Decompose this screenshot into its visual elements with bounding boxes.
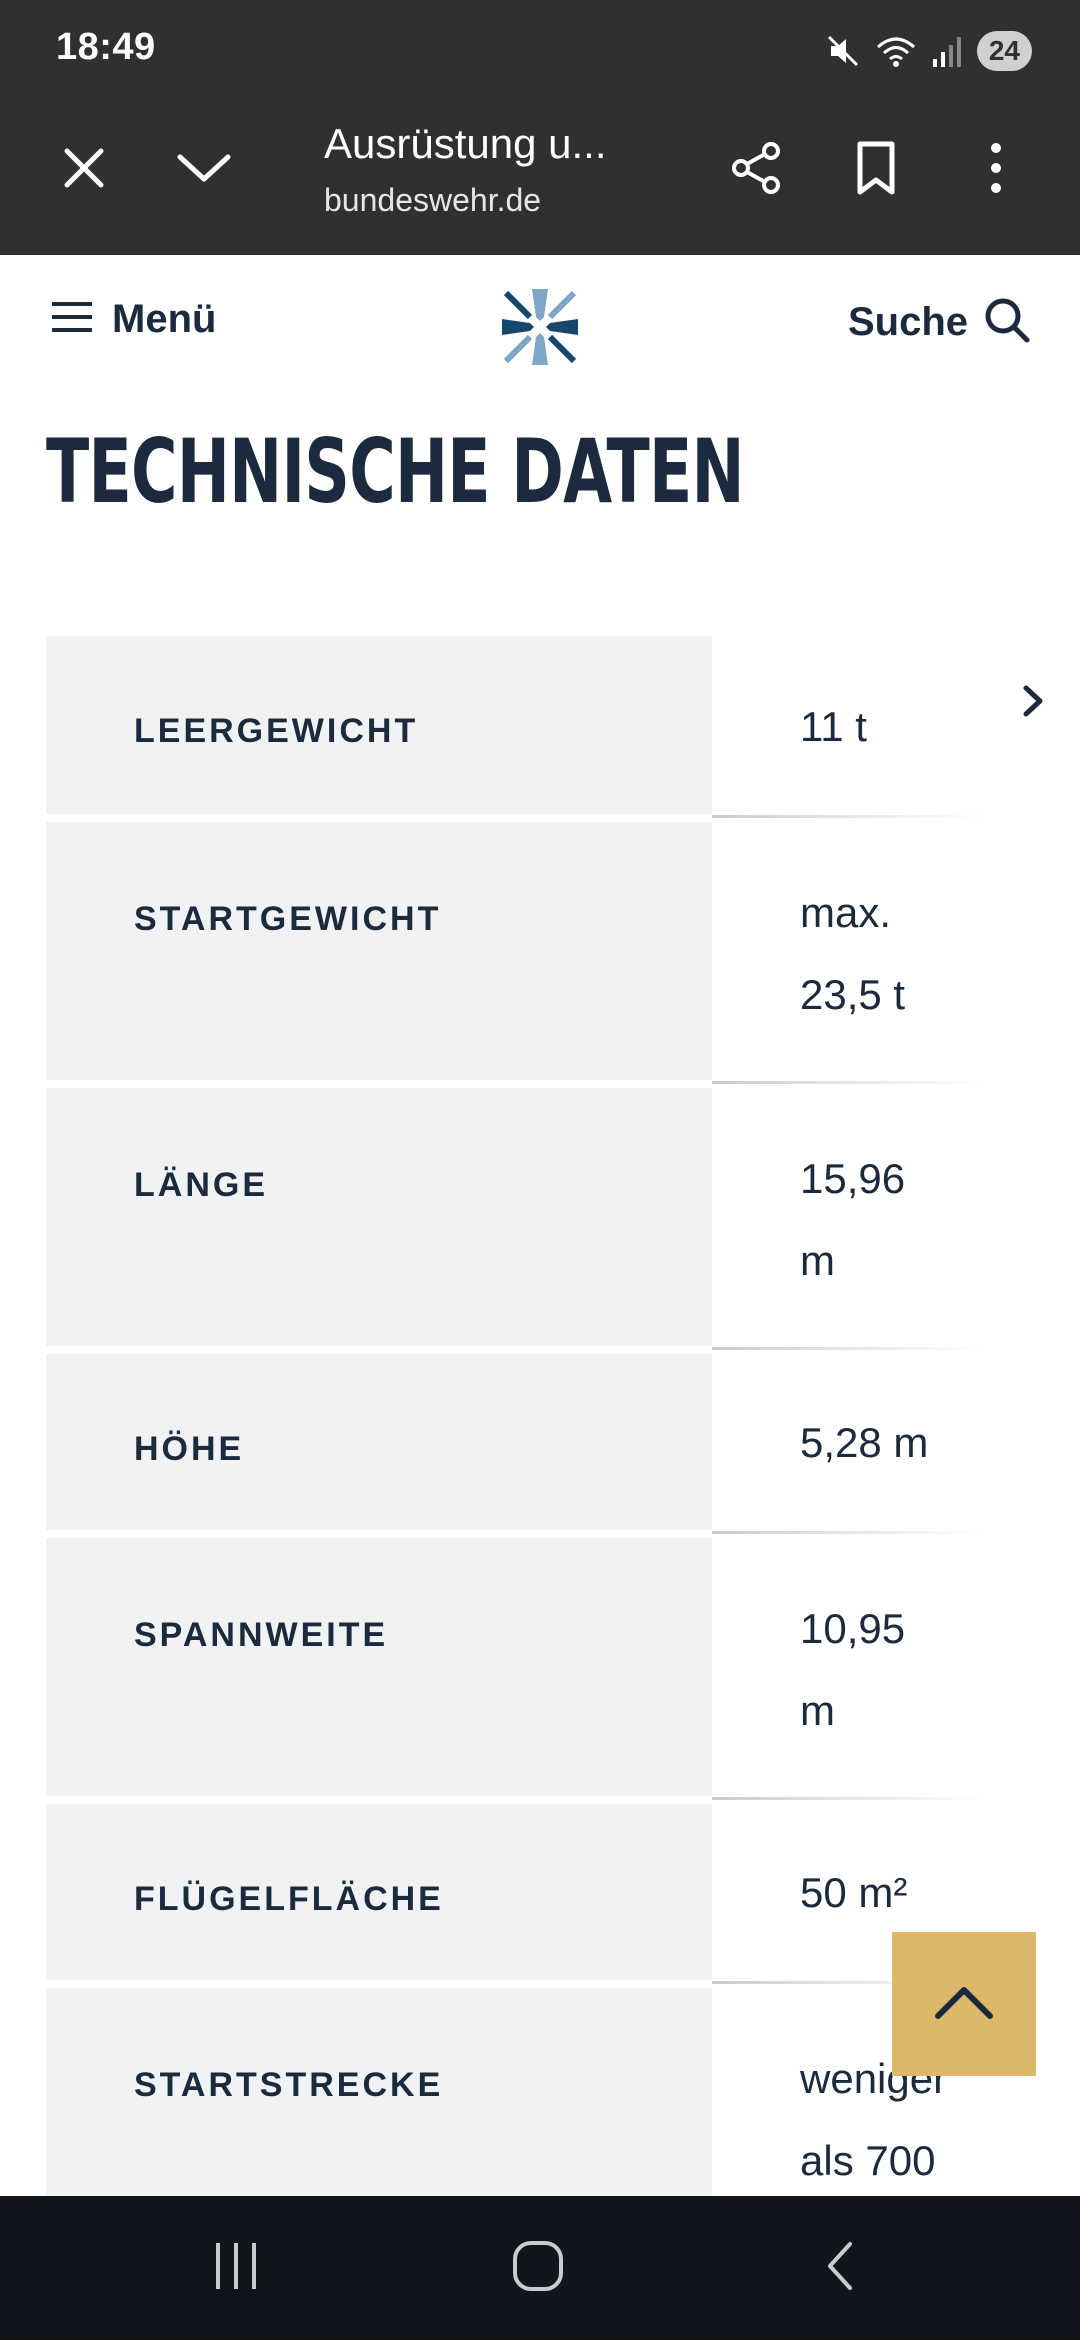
status-time: 18:49 xyxy=(56,26,156,68)
row-value: 10,95 m xyxy=(712,1538,1046,1800)
home-icon xyxy=(512,2240,564,2297)
value-line: 10,95 xyxy=(800,1605,906,1652)
row-label: SPANNWEITE xyxy=(46,1538,712,1796)
recents-icon xyxy=(212,2241,260,2296)
mute-icon xyxy=(825,33,861,69)
table-row: STARTGEWICHT max. 23,5 t xyxy=(46,822,1046,1084)
value-line: als 700 xyxy=(800,2137,936,2184)
bundeswehr-logo[interactable] xyxy=(500,287,580,367)
more-icon xyxy=(989,140,1003,201)
wifi-icon xyxy=(875,33,917,69)
status-bar: 18:49 24 xyxy=(0,0,1080,100)
status-icons: 24 xyxy=(825,30,1032,72)
bookmark-button[interactable] xyxy=(836,130,916,210)
share-button[interactable] xyxy=(716,130,796,210)
row-label: FLÜGELFLÄCHE xyxy=(46,1804,712,1980)
home-button[interactable] xyxy=(458,2196,618,2340)
signal-icon xyxy=(931,33,963,69)
value-line: 5,28 m xyxy=(800,1419,929,1466)
table-row: LEERGEWICHT 11 t xyxy=(46,636,1046,818)
back-button[interactable] xyxy=(760,2196,920,2340)
close-tab-button[interactable] xyxy=(44,130,124,210)
row-value: max. 23,5 t xyxy=(712,822,1046,1084)
value-line: 23,5 t xyxy=(800,971,906,1018)
value-line: 11 t xyxy=(800,703,867,750)
back-icon xyxy=(824,2240,856,2297)
battery-indicator: 24 xyxy=(976,31,1032,71)
site-header: Menü Suche xyxy=(0,255,1080,395)
value-line: m xyxy=(800,1687,835,1734)
row-label: HÖHE xyxy=(46,1354,712,1530)
value-line: 50 m² xyxy=(800,1869,908,1916)
hamburger-icon xyxy=(52,300,92,339)
minimize-button[interactable] xyxy=(164,130,244,210)
chevron-up-icon xyxy=(932,1982,996,2027)
menu-label: Menü xyxy=(112,297,217,341)
chevron-right-icon[interactable] xyxy=(1018,684,1046,723)
menu-button[interactable]: Menü xyxy=(52,297,216,342)
row-value: 15,96 m xyxy=(712,1088,1046,1350)
section-title: TECHNISCHE DATEN xyxy=(46,420,745,523)
row-value: 5,28 m xyxy=(712,1354,1046,1534)
table-row: HÖHE 5,28 m xyxy=(46,1354,1046,1534)
scroll-to-top-button[interactable] xyxy=(892,1932,1036,2076)
value-line: 15,96 xyxy=(800,1155,906,1202)
system-nav-bar xyxy=(0,2196,1080,2340)
value-line: max. xyxy=(800,889,892,936)
table-row: SPANNWEITE 10,95 m xyxy=(46,1538,1046,1800)
url-label[interactable]: bundeswehr.de xyxy=(324,182,541,219)
close-icon xyxy=(61,145,107,196)
chevron-down-icon xyxy=(176,151,232,190)
table-row: LÄNGE 15,96 m xyxy=(46,1088,1046,1350)
search-icon xyxy=(984,297,1030,348)
share-icon xyxy=(727,139,785,202)
recents-button[interactable] xyxy=(156,2196,316,2340)
row-label: LEERGEWICHT xyxy=(46,636,712,814)
search-label: Suche xyxy=(847,300,968,344)
value-line: m xyxy=(800,1237,835,1284)
page-title-tab[interactable]: Ausrüstung u... xyxy=(324,120,607,168)
row-label: LÄNGE xyxy=(46,1088,712,1346)
row-label: STARTGEWICHT xyxy=(46,822,712,1080)
search-button[interactable]: Suche xyxy=(848,297,1030,348)
row-value: 11 t xyxy=(712,636,1046,818)
more-options-button[interactable] xyxy=(956,130,1036,210)
browser-toolbar: Ausrüstung u... bundeswehr.de xyxy=(0,100,1080,255)
bookmark-icon xyxy=(854,140,898,201)
